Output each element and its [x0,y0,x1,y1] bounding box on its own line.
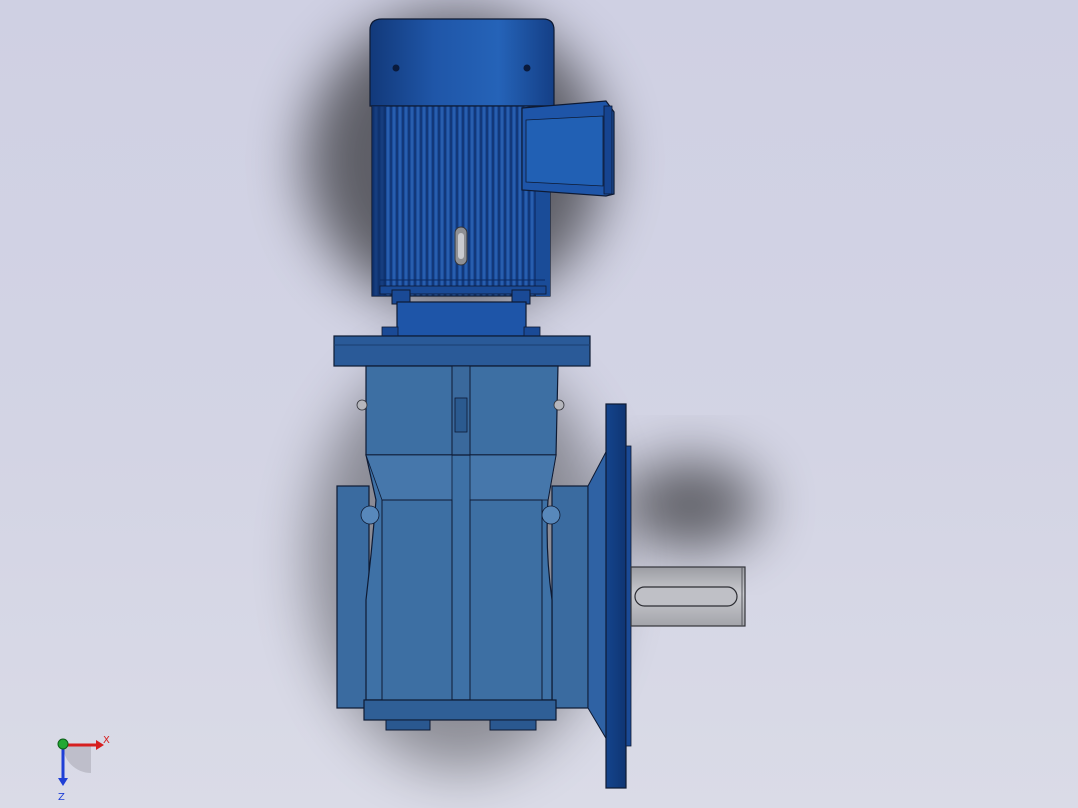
cowl-screw-right [523,64,531,72]
motor[interactable] [369,18,615,338]
orientation-triad: X Z [57,735,110,803]
motor-fan-cowl [369,18,555,107]
shaft-keyway [634,586,738,607]
output-assembly[interactable] [587,403,746,789]
x-axis-label: X [103,735,110,746]
cowl-screw-left [392,64,400,72]
output-flange [605,403,627,789]
top-flange [333,335,591,367]
motor-adapter [396,301,527,337]
y-axis-dot [57,738,69,750]
gear-motor-model[interactable]: X Z [0,0,1078,808]
cad-viewport[interactable]: X Z [0,0,1078,808]
z-axis-label: Z [58,792,65,803]
housing-base [363,699,557,721]
